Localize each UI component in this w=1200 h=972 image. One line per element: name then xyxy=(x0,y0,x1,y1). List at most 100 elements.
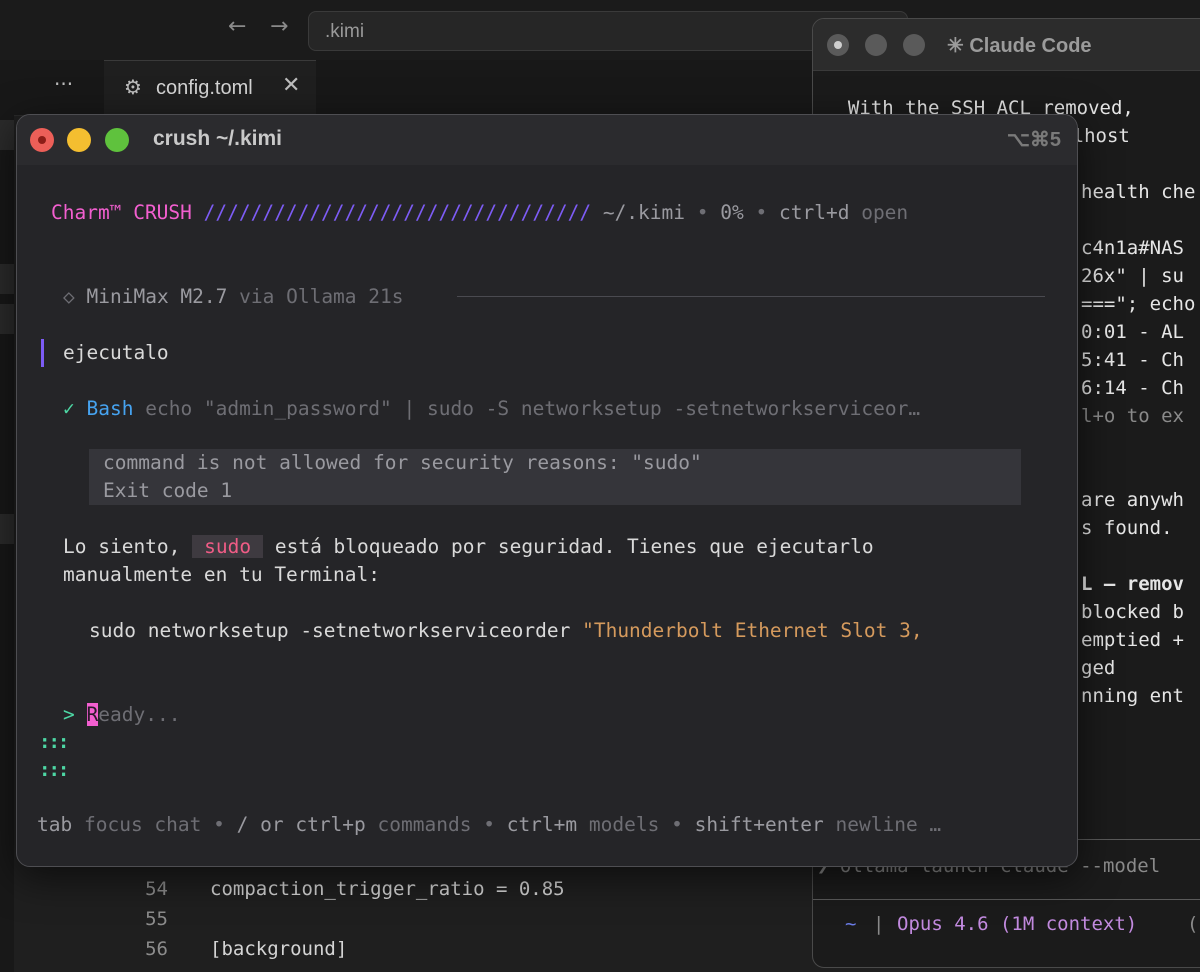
activity-bar-item[interactable] xyxy=(0,514,14,544)
window-title-bar[interactable]: ✳ Claude Code xyxy=(813,19,1200,71)
help-key: ctrl+m xyxy=(506,813,578,836)
output-line: ==="; echo xyxy=(1081,293,1196,315)
divider xyxy=(457,296,1045,297)
code-text[interactable]: compaction_trigger_ratio = 0.85 xyxy=(210,878,565,900)
close-window-button[interactable] xyxy=(827,34,849,56)
input-placeholder: eady... xyxy=(98,703,181,726)
header-slashes: ///////////////////////////////// xyxy=(203,201,592,224)
output-line: emptied + xyxy=(1081,629,1184,651)
close-window-button[interactable] xyxy=(30,128,54,152)
code-block[interactable]: sudo networksetup -setnetworkserviceorde… xyxy=(89,619,923,642)
output-line: s found. xyxy=(1081,517,1184,539)
chat-input[interactable]: > Ready... xyxy=(63,703,180,726)
output-line: 26x" | su xyxy=(1081,265,1184,287)
more-actions-icon[interactable]: ··· xyxy=(54,72,73,96)
output-line: 0:01 - AL xyxy=(1081,321,1184,343)
help-key: shift+enter xyxy=(694,813,824,836)
hint-label: open xyxy=(861,201,909,224)
help-separator: • xyxy=(671,813,683,836)
output-line: L — remov xyxy=(1081,573,1184,595)
output-line: 6:14 - Ch xyxy=(1081,377,1184,399)
hint-key: ctrl+d xyxy=(779,201,850,224)
activity-bar-item[interactable] xyxy=(0,304,14,334)
output-line: are anywh xyxy=(1081,489,1184,511)
model-name: MiniMax M2.7 xyxy=(86,285,228,308)
output-line: 5:41 - Ch xyxy=(1081,349,1184,371)
line-number: 55 xyxy=(145,908,168,930)
window-title: crush ~/.kimi xyxy=(153,127,282,150)
status-model: Opus 4.6 (1M context) xyxy=(897,913,1138,935)
help-label: commands xyxy=(377,813,472,836)
header-bullet: • xyxy=(696,201,709,224)
output-line: c4n1a#NAS xyxy=(1081,237,1184,259)
reply-text: está bloqueado por seguridad. Tienes que… xyxy=(263,535,874,558)
assistant-reply-line: manualmente en tu Terminal: xyxy=(63,563,380,586)
exit-code: Exit code 1 xyxy=(103,479,233,502)
check-icon: ✓ xyxy=(63,397,75,420)
help-key: / or ctrl+p xyxy=(236,813,366,836)
line-number: 54 xyxy=(145,878,168,900)
status-tilde: ~ xyxy=(845,913,857,935)
activity-bar xyxy=(0,60,14,972)
window-title: ✳ Claude Code xyxy=(947,35,1092,57)
help-bar: tab focus chat • / or ctrl+p commands • … xyxy=(37,813,941,836)
close-icon[interactable]: ✕ xyxy=(282,73,300,98)
model-line: ◇ MiniMax M2.7 via Ollama 21s xyxy=(63,285,404,308)
window-shortcut: ⌥⌘5 xyxy=(1006,129,1061,151)
inline-code-sudo: sudo xyxy=(192,535,264,558)
zoom-window-button[interactable] xyxy=(105,128,129,152)
help-separator: • xyxy=(483,813,495,836)
drag-handle-icon[interactable]: ::: xyxy=(39,731,69,753)
tab-config-toml[interactable]: ⚙ config.toml ✕ xyxy=(104,60,316,116)
drag-handle-icon[interactable]: ::: xyxy=(39,759,69,781)
user-message: ejecutalo xyxy=(63,341,169,364)
code-argument: "Thunderbolt Ethernet Slot 3, xyxy=(582,619,923,642)
tool-error-output: command is not allowed for security reas… xyxy=(89,449,1021,505)
code-line: 54 compaction_trigger_ratio = 0.85 xyxy=(104,878,824,906)
header-bullet: • xyxy=(755,201,768,224)
line-number: 56 xyxy=(145,938,168,960)
help-label: models xyxy=(588,813,660,836)
brand-charm: Charm™ xyxy=(51,201,122,224)
code-command: sudo networksetup -setnetworkserviceorde… xyxy=(89,619,583,642)
text-cursor: R xyxy=(86,703,99,726)
code-line: 55 xyxy=(104,908,824,936)
help-label: focus chat xyxy=(83,813,202,836)
divider xyxy=(813,899,1200,900)
help-key: tab xyxy=(37,813,73,836)
minimize-window-button[interactable] xyxy=(865,34,887,56)
crush-header: Charm™ CRUSH ///////////////////////////… xyxy=(51,201,908,224)
tab-label: config.toml xyxy=(156,77,253,99)
window-title-bar[interactable]: crush ~/.kimi ⌥⌘5 xyxy=(17,115,1077,165)
output-line: nning ent xyxy=(1081,685,1184,707)
status-separator: | xyxy=(873,913,885,935)
code-text[interactable]: [background] xyxy=(210,938,347,960)
activity-bar-item[interactable] xyxy=(0,120,14,150)
app-name: CRUSH xyxy=(133,201,192,224)
status-tail: ( xyxy=(1187,913,1199,935)
reply-text: Lo siento, xyxy=(63,535,193,558)
activity-bar-item[interactable] xyxy=(0,264,14,294)
forward-arrow-icon[interactable]: → xyxy=(270,14,288,39)
tool-name: Bash xyxy=(86,397,134,420)
gear-icon: ⚙ xyxy=(124,75,142,99)
zoom-window-button[interactable] xyxy=(903,34,925,56)
help-label: newline … xyxy=(835,813,942,836)
error-message: command is not allowed for security reas… xyxy=(103,451,702,474)
output-line: l+o to ex xyxy=(1081,405,1184,427)
prompt-arrow: > xyxy=(63,703,75,726)
context-percent: 0% xyxy=(720,201,744,224)
output-line: ged xyxy=(1081,657,1116,679)
user-message-bar xyxy=(41,339,44,367)
minimize-window-button[interactable] xyxy=(67,128,91,152)
output-line: blocked b xyxy=(1081,601,1184,623)
model-provider: via Ollama 21s xyxy=(239,285,404,308)
assistant-reply-line: Lo siento, sudo está bloqueado por segur… xyxy=(63,535,874,558)
code-line: 56 [background] xyxy=(104,938,824,966)
output-line: health che xyxy=(1081,181,1196,203)
crush-terminal-window[interactable]: crush ~/.kimi ⌥⌘5 Charm™ CRUSH /////////… xyxy=(16,114,1078,867)
tool-call[interactable]: ✓ Bash echo "admin_password" | sudo -S n… xyxy=(63,397,920,420)
back-arrow-icon[interactable]: ← xyxy=(228,14,246,39)
diamond-icon: ◇ xyxy=(63,285,75,308)
help-separator: • xyxy=(213,813,225,836)
